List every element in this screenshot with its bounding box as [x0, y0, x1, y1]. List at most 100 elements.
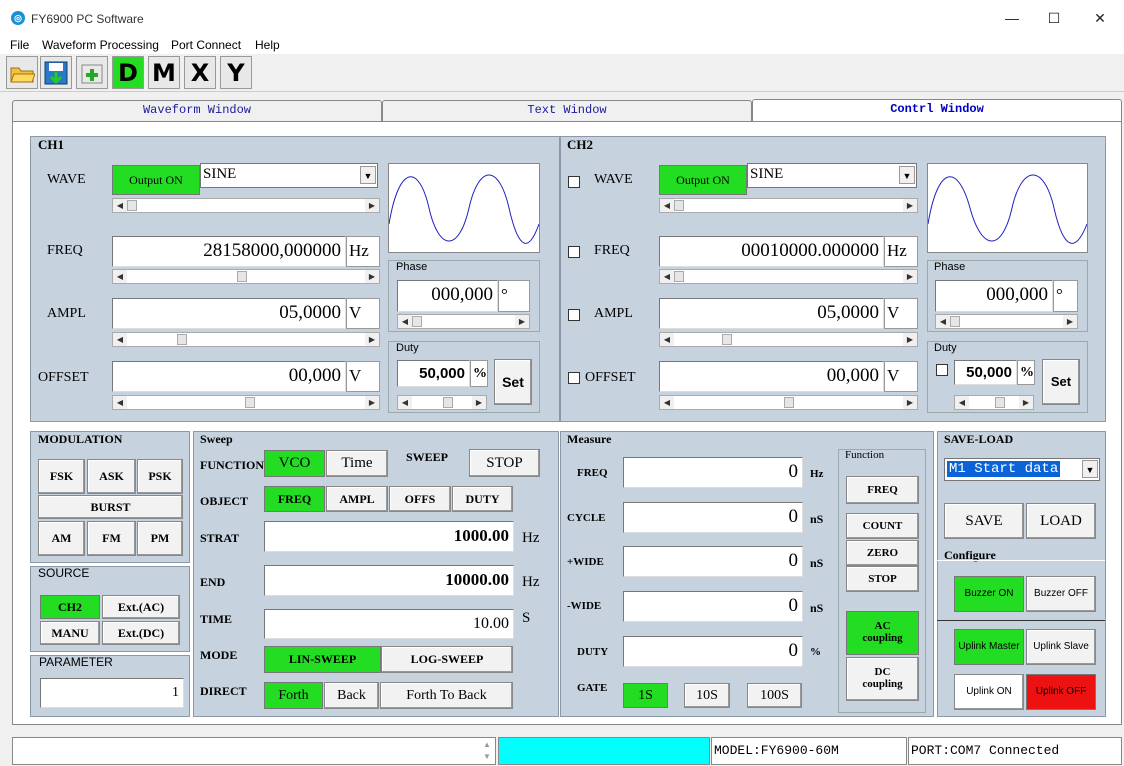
buzzer-on-button[interactable]: Buzzer ON: [954, 576, 1024, 612]
ch2-ampl-scrollbar[interactable]: ◀ ▶: [659, 332, 918, 347]
ch2-output-on-button[interactable]: Output ON: [659, 165, 747, 195]
uplink-on-button[interactable]: Uplink ON: [954, 674, 1024, 710]
sweep-forth-to-back-button[interactable]: Forth To Back: [380, 682, 513, 709]
chevron-down-icon[interactable]: ▼: [360, 166, 376, 184]
uplink-off-button[interactable]: Uplink OFF: [1026, 674, 1096, 710]
ch2-offset-scrollbar[interactable]: ◀ ▶: [659, 395, 918, 410]
source-manu-button[interactable]: MANU: [40, 621, 100, 645]
minimize-button[interactable]: —: [998, 8, 1026, 28]
sweep-vco-button[interactable]: VCO: [264, 450, 325, 477]
open-folder-icon[interactable]: [6, 56, 38, 89]
gate-1s-button[interactable]: 1S: [623, 683, 668, 708]
function-freq-button[interactable]: FREQ: [846, 476, 919, 504]
ch1-offset-field[interactable]: 00,000: [112, 361, 346, 392]
parameter-field[interactable]: 1: [40, 678, 184, 708]
status-spin-icon[interactable]: ▲ ▼: [480, 739, 494, 763]
source-ch2-button[interactable]: CH2: [40, 595, 100, 619]
ch2-freq-scrollbar[interactable]: ◀ ▶: [659, 269, 918, 284]
add-icon[interactable]: [76, 56, 108, 89]
ch2-phase-scrollbar[interactable]: ◀ ▶: [935, 314, 1078, 329]
function-count-button[interactable]: COUNT: [846, 513, 919, 539]
pm-button[interactable]: PM: [137, 521, 183, 556]
sweep-offs-button[interactable]: OFFS: [389, 486, 451, 512]
ch1-offset-scrollbar[interactable]: ◀ ▶: [112, 395, 380, 410]
menu-port-connect[interactable]: Port Connect: [171, 38, 241, 52]
sweep-time-field[interactable]: 10.00: [264, 609, 514, 639]
ch1-output-on-button[interactable]: Output ON: [112, 165, 200, 195]
am-button[interactable]: AM: [38, 521, 85, 556]
ch1-duty-scrollbar[interactable]: ◀ ▶: [397, 395, 487, 410]
tab-text-window[interactable]: Text Window: [382, 100, 752, 121]
ch2-phase-field[interactable]: 000,000: [935, 280, 1053, 312]
ch1-set-button[interactable]: Set: [494, 359, 532, 405]
scroll-right-icon[interactable]: ▶: [365, 199, 379, 212]
toolbar-y-button[interactable]: Y: [220, 56, 252, 89]
ch1-wave-select[interactable]: SINE ▼: [200, 163, 378, 188]
sweep-back-button[interactable]: Back: [324, 682, 379, 709]
toolbar-m-button[interactable]: M: [148, 56, 180, 89]
sweep-freq-button[interactable]: FREQ: [264, 486, 325, 512]
ch1-freq-field[interactable]: 28158000,000000: [112, 236, 346, 267]
toolbar-d-button[interactable]: D: [112, 56, 144, 89]
save-disk-icon[interactable]: [40, 56, 72, 89]
uplink-master-button[interactable]: Uplink Master: [954, 629, 1024, 665]
save-button[interactable]: SAVE: [944, 503, 1024, 539]
sweep-lin-sweep-button[interactable]: LIN-SWEEP: [264, 646, 381, 673]
ch1-wave-scrollbar[interactable]: ◀ ▶: [112, 198, 380, 213]
menu-file[interactable]: File: [10, 38, 29, 52]
ch2-wave-checkbox[interactable]: [568, 176, 580, 188]
sweep-time-button[interactable]: Time: [326, 450, 388, 477]
sweep-forth-button[interactable]: Forth: [264, 682, 323, 709]
load-button[interactable]: LOAD: [1026, 503, 1096, 539]
fm-button[interactable]: FM: [87, 521, 136, 556]
sweep-log-sweep-button[interactable]: LOG-SWEEP: [381, 646, 513, 673]
ch2-offset-field[interactable]: 00,000: [659, 361, 884, 392]
ask-button[interactable]: ASK: [87, 459, 136, 494]
ch2-freq-checkbox[interactable]: [568, 246, 580, 258]
ch1-duty-field[interactable]: 50,000: [397, 360, 470, 387]
ch2-wave-select[interactable]: SINE ▼: [747, 163, 917, 188]
maximize-button[interactable]: ☐: [1040, 8, 1068, 28]
memory-slot-select[interactable]: M1 Start data ▼: [944, 458, 1100, 481]
menu-help[interactable]: Help: [255, 38, 280, 52]
ch1-phase-scrollbar[interactable]: ◀ ▶: [397, 314, 530, 329]
gate-10s-button[interactable]: 10S: [684, 683, 730, 708]
sweep-duty-button[interactable]: DUTY: [452, 486, 513, 512]
ch2-offset-checkbox[interactable]: [568, 372, 580, 384]
scroll-left-icon[interactable]: ◀: [113, 199, 127, 212]
source-ext-dc-button[interactable]: Ext.(DC): [102, 621, 180, 645]
chevron-down-icon[interactable]: ▼: [899, 166, 915, 184]
sweep-end-field[interactable]: 10000.00: [264, 565, 514, 596]
close-button[interactable]: ✕: [1086, 8, 1114, 28]
tab-contrl-window[interactable]: Contrl Window: [752, 99, 1122, 122]
source-ext-ac-button[interactable]: Ext.(AC): [102, 595, 180, 619]
ch2-wave-scrollbar[interactable]: ◀ ▶: [659, 198, 918, 213]
menu-waveform-processing[interactable]: Waveform Processing: [42, 38, 159, 52]
chevron-down-icon[interactable]: ▼: [1082, 460, 1098, 478]
function-stop-button[interactable]: STOP: [846, 566, 919, 592]
ch2-freq-field[interactable]: 00010000.000000: [659, 236, 884, 267]
fsk-button[interactable]: FSK: [38, 459, 85, 494]
ch2-ampl-checkbox[interactable]: [568, 309, 580, 321]
buzzer-off-button[interactable]: Buzzer OFF: [1026, 576, 1096, 612]
toolbar-x-button[interactable]: X: [184, 56, 216, 89]
sweep-ampl-button[interactable]: AMPL: [326, 486, 388, 512]
gate-100s-button[interactable]: 100S: [747, 683, 802, 708]
ac-coupling-button[interactable]: AC coupling: [846, 611, 919, 655]
ch2-ampl-field[interactable]: 05,0000: [659, 298, 884, 329]
sweep-stop-button[interactable]: STOP: [469, 449, 540, 477]
ch2-set-button[interactable]: Set: [1042, 359, 1080, 405]
burst-button[interactable]: BURST: [38, 495, 183, 519]
function-zero-button[interactable]: ZERO: [846, 540, 919, 566]
ch2-duty-checkbox[interactable]: [936, 364, 948, 376]
ch2-duty-scrollbar[interactable]: ◀ ▶: [954, 395, 1034, 410]
ch2-duty-field[interactable]: 50,000: [954, 360, 1017, 385]
ch1-phase-field[interactable]: 000,000: [397, 280, 498, 312]
psk-button[interactable]: PSK: [137, 459, 183, 494]
ch1-ampl-field[interactable]: 05,0000: [112, 298, 346, 329]
sweep-strat-field[interactable]: 1000.00: [264, 521, 514, 552]
tab-waveform-window[interactable]: Waveform Window: [12, 100, 382, 121]
ch1-ampl-scrollbar[interactable]: ◀ ▶: [112, 332, 380, 347]
dc-coupling-button[interactable]: DC coupling: [846, 657, 919, 701]
ch1-freq-scrollbar[interactable]: ◀ ▶: [112, 269, 380, 284]
